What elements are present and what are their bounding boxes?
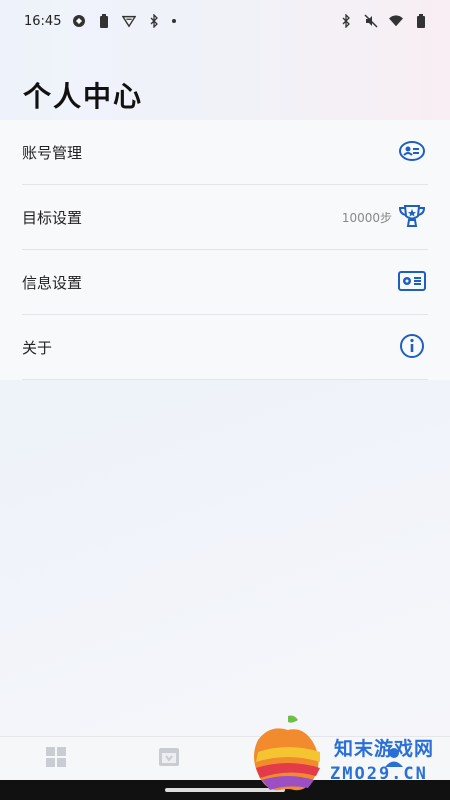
wifi-icon	[389, 14, 403, 28]
watermark-url: ZMO29.CN	[330, 764, 428, 784]
tab-calendar[interactable]	[149, 739, 189, 779]
shield-vpn-icon	[122, 14, 137, 28]
menu-item-goal[interactable]: 目标设置 10000步	[0, 185, 450, 250]
menu-item-label: 信息设置	[22, 274, 83, 292]
trophy-icon	[398, 204, 426, 232]
battery-icon	[414, 14, 428, 28]
info-icon	[398, 333, 426, 363]
notification-dot-icon	[172, 19, 177, 23]
watermark-text: 知末游戏网	[334, 738, 435, 760]
tab-grid[interactable]	[36, 739, 76, 779]
goal-steps-value: 10000步	[341, 211, 392, 225]
menu-item-label: 目标设置	[22, 209, 83, 227]
bluetooth-icon-left	[147, 14, 161, 28]
status-time: 16:45	[24, 13, 62, 29]
bluetooth-icon	[339, 14, 353, 28]
menu-item-label: 关于	[22, 339, 53, 357]
grid-icon	[45, 746, 67, 772]
menu-item-about[interactable]: 关于	[0, 315, 450, 380]
menu-item-info-settings[interactable]: 信息设置	[0, 250, 450, 315]
page-title: 个人中心	[23, 80, 144, 113]
status-bar: 16:45	[0, 0, 450, 42]
apple-logo-icon	[254, 715, 320, 791]
id-card-icon	[398, 270, 426, 296]
battery-small-icon	[97, 14, 111, 28]
sync-icon	[72, 14, 86, 28]
menu-item-label: 账号管理	[22, 144, 83, 162]
account-badge-icon	[398, 139, 426, 167]
menu-item-account[interactable]: 账号管理	[0, 120, 450, 185]
mute-icon	[364, 14, 378, 28]
calendar-icon	[158, 746, 180, 772]
watermark-logo: 知末游戏网 ZMO29.CN	[248, 712, 448, 796]
settings-menu: 账号管理 目标设置 10000步 信息设置 关于	[0, 120, 450, 380]
